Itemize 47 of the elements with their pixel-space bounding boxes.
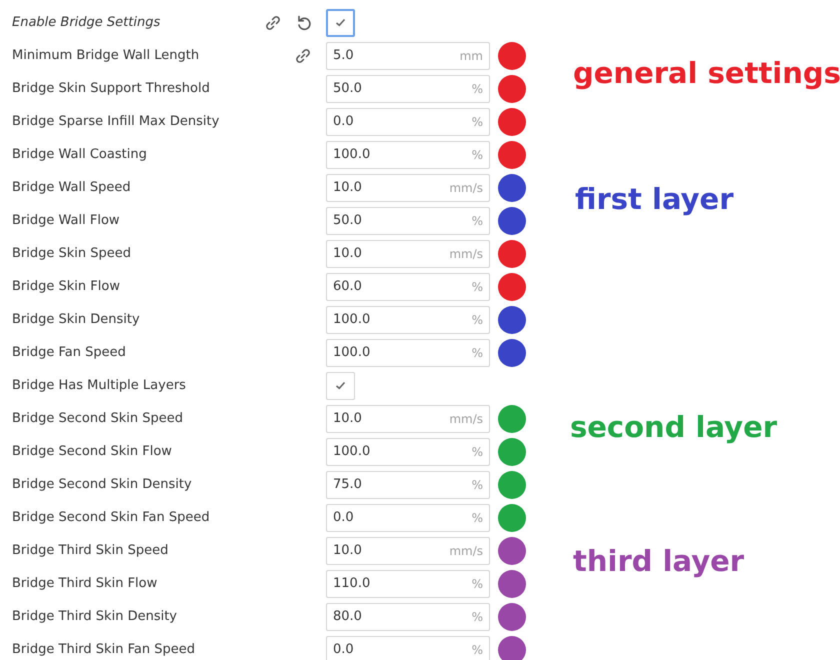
annotation-label: third layer xyxy=(573,543,744,580)
annotation-label: general settings xyxy=(573,55,840,92)
setting-label: Bridge Second Skin Speed xyxy=(11,410,184,428)
input-field[interactable]: 50.0 % xyxy=(326,74,490,102)
input-field[interactable]: 10.0 mm/s xyxy=(326,174,490,202)
checkbox[interactable] xyxy=(326,372,355,400)
setting-label: Bridge Third Skin Fan Speed xyxy=(11,640,196,659)
setting-label: Bridge Wall Flow xyxy=(11,212,121,230)
setting-label: Bridge Wall Coasting xyxy=(11,146,148,164)
setting-label: Minimum Bridge Wall Length xyxy=(11,46,200,65)
input-field[interactable]: 0.0 % xyxy=(326,108,490,136)
setting-label: Bridge Fan Speed xyxy=(11,344,127,362)
setting-label: Bridge Sparse Infill Max Density xyxy=(11,112,220,131)
input-field[interactable]: 10.0 mm/s xyxy=(326,404,490,432)
setting-label: Bridge Second Skin Density xyxy=(11,476,193,494)
input-field[interactable]: 0.0 % xyxy=(326,504,490,532)
setting-label: Bridge Third Skin Density xyxy=(11,608,178,626)
input-field[interactable]: 10.0 mm/s xyxy=(326,536,490,564)
setting-label: Enable Bridge Settings xyxy=(11,14,162,32)
input-field[interactable]: 110.0 % xyxy=(326,570,490,598)
input-field[interactable]: 10.0 mm/s xyxy=(326,240,490,268)
setting-label: Bridge Skin Speed xyxy=(11,244,132,263)
input-field[interactable]: 50.0 % xyxy=(326,206,490,234)
input-field[interactable]: 100.0 % xyxy=(326,306,490,334)
annotation-label: first layer xyxy=(575,181,734,218)
input-field[interactable]: 100.0 % xyxy=(326,338,490,366)
input-field[interactable]: 100.0 % xyxy=(326,140,490,168)
setting-label: Bridge Second Skin Fan Speed xyxy=(11,508,211,527)
setting-label: Bridge Third Skin Speed xyxy=(11,542,170,560)
input-field[interactable]: 0.0 % xyxy=(326,636,490,660)
setting-label: Bridge Has Multiple Layers xyxy=(11,376,187,395)
checkbox[interactable] xyxy=(326,8,355,36)
link-icon[interactable] xyxy=(294,46,312,64)
setting-label: Bridge Skin Flow xyxy=(11,278,121,296)
setting-label: Bridge Wall Speed xyxy=(11,178,132,197)
input-field[interactable]: 80.0 % xyxy=(326,602,490,630)
input-field[interactable]: 100.0 % xyxy=(326,438,490,466)
setting-label: Bridge Third Skin Flow xyxy=(11,574,158,593)
setting-label: Bridge Skin Density xyxy=(11,310,141,329)
annotation-label: second layer xyxy=(570,409,778,446)
input-field[interactable]: 75.0 % xyxy=(326,470,490,498)
reset-icon[interactable] xyxy=(296,14,312,32)
input-field[interactable]: 60.0 % xyxy=(326,272,490,300)
setting-label: Bridge Skin Support Threshold xyxy=(11,80,211,98)
input-field[interactable]: 5.0 mm xyxy=(326,42,490,70)
setting-label: Bridge Second Skin Flow xyxy=(11,442,173,461)
link-icon[interactable] xyxy=(264,14,282,32)
